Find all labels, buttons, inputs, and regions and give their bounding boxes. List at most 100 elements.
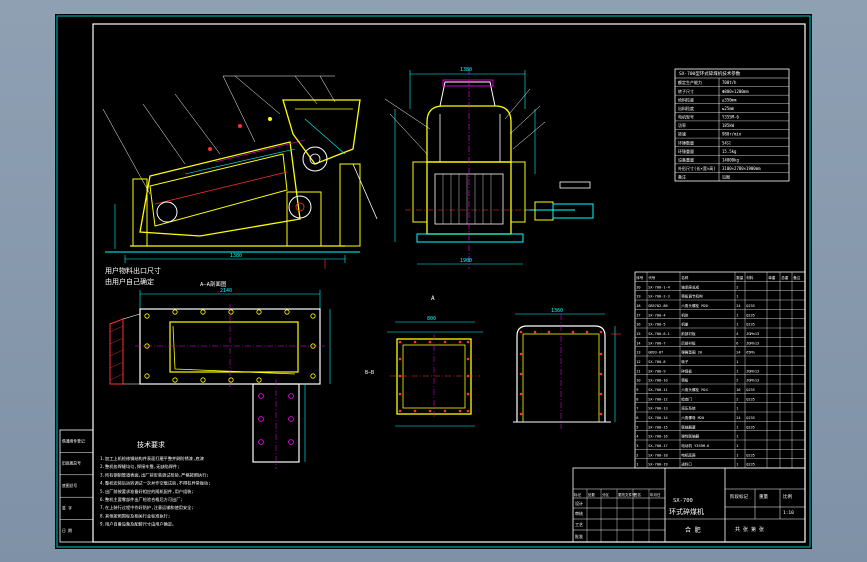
- title-scale-label: 比例: [783, 493, 792, 500]
- spec-row-value: 980r/min: [722, 132, 742, 137]
- drawing-sheet[interactable]: 用户物料出口尺寸 由用户自己确定 1380 1380 1900 SX-700型环…: [55, 14, 812, 549]
- parts-cell: Q235: [746, 425, 755, 429]
- parts-cell: 3: [636, 444, 638, 448]
- title-sheet: 共 张 第 张: [735, 526, 764, 533]
- spec-row-label: 额定生产能力: [678, 79, 702, 85]
- title-name: 环式碎煤机: [669, 507, 704, 516]
- cad-viewport[interactable]: 用户物料出口尺寸 由用户自己确定 1380 1380 1900 SX-700型环…: [0, 0, 867, 562]
- spec-row-label: 备注: [678, 174, 686, 180]
- parts-cell: 7: [636, 407, 638, 411]
- title-role: 审核: [575, 510, 583, 516]
- bolt-hole: [288, 393, 294, 399]
- parts-cell: 轴承座总成: [681, 284, 699, 289]
- title-row-label: 年月日: [650, 492, 661, 497]
- bolt-hole: [228, 309, 234, 315]
- bolt-hole: [288, 416, 294, 422]
- left-strip-label: 底图总号: [62, 483, 77, 488]
- parts-cell: 检查门: [681, 396, 692, 401]
- spec-row-value: Φ800×1200mm: [722, 89, 749, 94]
- title-scale: 1:10: [783, 510, 794, 516]
- title-row-label: 处数: [588, 492, 596, 497]
- bolt-hole: [172, 377, 178, 383]
- parts-cell: GB93-87: [648, 351, 663, 355]
- parts-cell: 前部衬板: [681, 331, 696, 336]
- parts-cell: 六角头螺栓 M24: [681, 387, 708, 392]
- bolt-hole: [466, 357, 470, 361]
- parts-cell: 15: [636, 332, 640, 336]
- bolt-hole: [310, 313, 316, 319]
- parts-cell: 13: [636, 351, 640, 355]
- parts-cell: 机体: [681, 312, 689, 317]
- left-strip-label: 签 字: [62, 506, 72, 511]
- parts-cell: 机盖: [681, 322, 689, 327]
- spec-row-value: 14000kg: [722, 157, 739, 162]
- bolt-hole: [599, 392, 603, 396]
- parts-cell: SX-700-15: [648, 425, 667, 429]
- title-row-label: 分区: [602, 492, 610, 497]
- bolt-hole: [258, 439, 264, 445]
- parts-cell: 16: [636, 323, 640, 327]
- bolt-hole: [228, 377, 234, 383]
- tech-line: 9.用户自备设备及配套尺寸由用户确定。: [100, 521, 176, 528]
- bolt-hole: [599, 330, 603, 334]
- dim-side-bottom: 1900: [460, 258, 472, 264]
- parts-header-cell: 序号: [636, 275, 644, 280]
- parts-cell: 24: [736, 304, 740, 308]
- parts-cell: 19: [636, 295, 640, 299]
- spec-row-label: 外形尺寸(长×宽×高): [678, 165, 716, 171]
- title-role: 工艺: [575, 522, 583, 527]
- parts-cell: 转子: [681, 359, 689, 364]
- parts-cell: ZGMn13: [746, 379, 759, 383]
- parts-cell: Q235: [746, 463, 755, 467]
- parts-cell: 1: [736, 435, 738, 439]
- bolt-hole: [519, 372, 523, 376]
- parts-cell: 17: [636, 313, 640, 317]
- bolt-hole: [413, 340, 417, 344]
- bolt-hole: [288, 439, 294, 445]
- spec-row-value: 见图: [722, 174, 730, 180]
- parts-cell: Q235: [746, 388, 755, 392]
- bolt-hole: [256, 377, 262, 383]
- bolt-hole: [284, 309, 290, 315]
- parts-cell: 1: [636, 463, 638, 467]
- bolt-hole: [172, 309, 178, 315]
- bolt-hole: [428, 409, 432, 413]
- bolt-hole: [256, 309, 262, 315]
- bolt-hole: [413, 409, 417, 413]
- parts-cell: 65Mn: [746, 351, 755, 355]
- bolt-hole: [599, 352, 603, 356]
- parts-cell: 5: [636, 425, 638, 429]
- title-drawing-no: SX-700: [673, 498, 693, 504]
- title-roles: 设计审核工艺批准: [575, 500, 583, 539]
- bolt-hole: [258, 393, 264, 399]
- parts-header-cell: 代号: [648, 275, 656, 280]
- parts-cell: Q235: [746, 313, 755, 317]
- title-weight-label: 重量: [759, 493, 768, 500]
- parts-cell: 4: [636, 435, 638, 439]
- bolt-hole: [258, 416, 264, 422]
- parts-cell: 电动机 Y355M-6: [681, 443, 709, 448]
- parts-cell: SX-700-13: [648, 407, 667, 411]
- parts-cell: 联轴器罩: [681, 424, 696, 429]
- parts-cell: 筛板调节机构: [681, 294, 703, 299]
- parts-cell: 液压系统: [681, 406, 696, 411]
- bolt-hole: [599, 372, 603, 376]
- parts-cell: 1: [736, 463, 738, 467]
- bolt-hole: [310, 373, 316, 379]
- outlet-note-1: 用户物料出口尺寸: [105, 266, 161, 275]
- parts-cell: 9: [636, 388, 638, 392]
- spec-row-value: Y355M-6: [722, 115, 739, 120]
- parts-cell: 11: [636, 369, 640, 373]
- parts-cell: 1: [736, 407, 738, 411]
- bolt-hole: [533, 330, 537, 334]
- parts-cell: 碎煤板: [681, 368, 692, 373]
- dim-elevation: 1380: [230, 253, 242, 259]
- parts-cell: ZGMn13: [746, 332, 759, 336]
- parts-cell: 16: [736, 388, 740, 392]
- bolt-hole: [200, 377, 206, 383]
- parts-cell: ZGMn13: [746, 369, 759, 373]
- parts-cell: 后部衬板: [681, 340, 696, 345]
- bolt-hole: [466, 409, 470, 413]
- bolt-hole: [398, 357, 402, 361]
- dim-side-top: 1380: [460, 67, 472, 73]
